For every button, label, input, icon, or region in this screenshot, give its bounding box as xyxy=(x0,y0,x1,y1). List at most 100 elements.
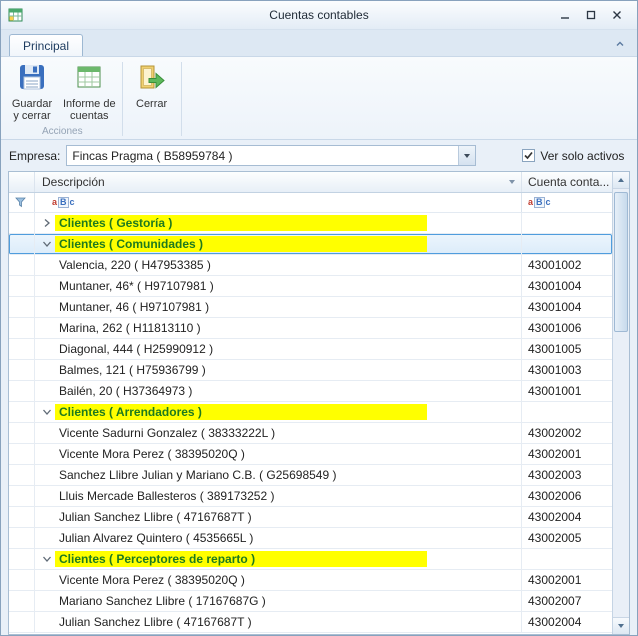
minimize-button[interactable] xyxy=(555,6,575,24)
header-descripcion[interactable]: Descripción xyxy=(35,172,522,192)
table-row[interactable]: Valencia, 220 ( H47953385 )43001002 xyxy=(9,255,612,276)
account-cell: 43002001 xyxy=(522,444,612,464)
row-indicator xyxy=(9,402,35,422)
save-close-label: Guardar y cerrar xyxy=(12,98,52,122)
account-cell: 43002006 xyxy=(522,486,612,506)
description-cell: Valencia, 220 ( H47953385 ) xyxy=(35,255,522,275)
column-filter-icon[interactable] xyxy=(509,180,515,184)
description-cell: Bailén, 20 ( H37364973 ) xyxy=(35,381,522,401)
description-cell: Clientes ( Arrendadores ) xyxy=(35,402,522,422)
table-row[interactable]: Julian Sanchez Llibre ( 47167687T )43002… xyxy=(9,612,612,633)
group-label: Clientes ( Arrendadores ) xyxy=(55,404,427,420)
table-row[interactable]: Lluis Mercade Ballesteros ( 389173252 )4… xyxy=(9,486,612,507)
description-cell: Vicente Mora Perez ( 38395020Q ) xyxy=(35,444,522,464)
collapse-icon[interactable] xyxy=(39,234,55,254)
collapse-icon[interactable] xyxy=(39,549,55,569)
table-row[interactable]: Muntaner, 46 ( H97107981 )43001004 xyxy=(9,297,612,318)
collapse-icon[interactable] xyxy=(39,402,55,422)
row-indicator xyxy=(9,528,35,548)
account-cell: 43002005 xyxy=(522,528,612,548)
header-cuenta[interactable]: Cuenta conta... xyxy=(522,172,612,192)
row-indicator xyxy=(9,507,35,527)
ribbon-group-acciones: Guardar y cerrar xyxy=(5,59,120,139)
save-icon xyxy=(17,62,47,98)
description-text: Valencia, 220 ( H47953385 ) xyxy=(59,258,211,272)
account-cell: 43001004 xyxy=(522,276,612,296)
scroll-thumb[interactable] xyxy=(614,192,628,332)
table-row[interactable]: Sanchez Llibre Julian y Mariano C.B. ( G… xyxy=(9,465,612,486)
row-indicator xyxy=(9,360,35,380)
filter-cuenta-cell[interactable]: aBc xyxy=(522,193,612,212)
auto-filter-icon: aBc xyxy=(528,197,551,208)
account-cell: 43002004 xyxy=(522,507,612,527)
ribbon-group-cerrar: Cerrar xyxy=(125,59,179,139)
vertical-scrollbar[interactable] xyxy=(612,172,629,634)
row-indicator xyxy=(9,255,35,275)
row-indicator xyxy=(9,612,35,632)
table-row[interactable]: Vicente Mora Perez ( 38395020Q )43002001 xyxy=(9,570,612,591)
accounts-grid: Descripción Cuenta conta... aBc xyxy=(8,171,630,635)
table-row[interactable]: Muntaner, 46* ( H97107981 )43001004 xyxy=(9,276,612,297)
table-row[interactable]: Julian Sanchez Llibre ( 47167687T ) 43002… xyxy=(9,507,612,528)
funnel-icon xyxy=(15,197,26,208)
grid-body: Clientes ( Gestoría ) Clientes ( Comunida… xyxy=(9,213,612,634)
close-form-button[interactable]: Cerrar xyxy=(125,59,179,124)
account-cell: 43002003 xyxy=(522,465,612,485)
account-cell: 43002007 xyxy=(522,591,612,611)
table-row[interactable]: Balmes, 121 ( H75936799 )43001003 xyxy=(9,360,612,381)
report-icon xyxy=(74,62,104,98)
table-row[interactable]: Vicente Mora Perez ( 38395020Q )43002001 xyxy=(9,444,612,465)
ver-solo-activos-checkbox[interactable]: Ver solo activos xyxy=(522,149,624,163)
scroll-up-button[interactable] xyxy=(613,172,629,189)
table-row[interactable]: Julian Alvarez Quintero ( 4535665L )4300… xyxy=(9,528,612,549)
auto-filter-icon: aBc xyxy=(52,197,75,208)
row-indicator xyxy=(9,486,35,506)
description-text: Vicente Sadurni Gonzalez ( 38333222L ) xyxy=(59,426,275,440)
row-indicator xyxy=(9,381,35,401)
row-indicator xyxy=(9,570,35,590)
description-cell: Clientes ( Perceptores de reparto ) xyxy=(35,549,522,569)
group-row[interactable]: Clientes ( Arrendadores ) xyxy=(9,402,612,423)
description-cell: Lluis Mercade Ballesteros ( 389173252 ) xyxy=(35,486,522,506)
close-button[interactable] xyxy=(607,6,627,24)
table-row[interactable]: Bailén, 20 ( H37364973 )43001001 xyxy=(9,381,612,402)
group-row[interactable]: Clientes ( Gestoría ) xyxy=(9,213,612,234)
description-cell: Diagonal, 444 ( H25990912 ) xyxy=(35,339,522,359)
group-label: Clientes ( Gestoría ) xyxy=(55,215,427,231)
account-cell xyxy=(522,213,612,233)
description-text: Marina, 262 ( H11813110 ) xyxy=(59,321,201,335)
auto-filter-row[interactable]: aBc aBc xyxy=(9,193,612,213)
tab-principal[interactable]: Principal xyxy=(9,34,83,56)
cuentas-contables-window: Cuentas contables Principal xyxy=(0,0,638,636)
account-cell: 43001006 xyxy=(522,318,612,338)
account-cell xyxy=(522,549,612,569)
expand-icon[interactable] xyxy=(39,213,55,233)
account-cell: 43002001 xyxy=(522,570,612,590)
empresa-label: Empresa: xyxy=(9,149,60,163)
description-cell: Marina, 262 ( H11813110 ) xyxy=(35,318,522,338)
save-close-button[interactable]: Guardar y cerrar xyxy=(5,59,59,124)
table-row[interactable]: Marina, 262 ( H11813110 ) 43001006 xyxy=(9,318,612,339)
table-row[interactable]: Vicente Sadurni Gonzalez ( 38333222L )43… xyxy=(9,423,612,444)
row-indicator xyxy=(9,465,35,485)
group-row[interactable]: Clientes ( Perceptores de reparto ) xyxy=(9,549,612,570)
group-row[interactable]: Clientes ( Comunidades ) xyxy=(9,234,612,255)
table-row[interactable]: Diagonal, 444 ( H25990912 )43001005 xyxy=(9,339,612,360)
scroll-down-button[interactable] xyxy=(613,617,629,634)
collapse-ribbon-icon[interactable] xyxy=(613,37,627,51)
description-cell: Mariano Sanchez Llibre ( 17167687G ) xyxy=(35,591,522,611)
window-controls xyxy=(555,6,627,24)
row-indicator xyxy=(9,234,35,254)
ribbon-tabstrip: Principal xyxy=(1,30,637,56)
description-text: Julian Sanchez Llibre ( 47167687T ) xyxy=(59,510,252,524)
account-cell: 43001003 xyxy=(522,360,612,380)
empresa-combobox[interactable]: Fincas Pragma ( B58959784 ) xyxy=(66,145,476,166)
filter-descripcion-cell[interactable]: aBc xyxy=(35,193,522,212)
table-row[interactable]: Mariano Sanchez Llibre ( 17167687G )4300… xyxy=(9,591,612,612)
filter-indicator-cell xyxy=(9,193,35,212)
description-cell: Julian Alvarez Quintero ( 4535665L ) xyxy=(35,528,522,548)
description-cell: Clientes ( Gestoría ) xyxy=(35,213,522,233)
maximize-button[interactable] xyxy=(581,6,601,24)
report-button[interactable]: Informe de cuentas xyxy=(59,59,120,124)
combo-dropdown-button[interactable] xyxy=(458,146,475,165)
